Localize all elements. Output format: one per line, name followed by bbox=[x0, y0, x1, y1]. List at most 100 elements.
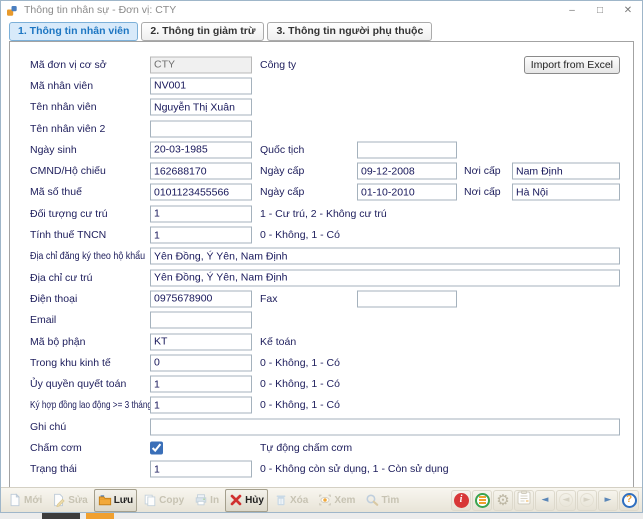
doi-tuong-cu-tru-input[interactable] bbox=[150, 205, 252, 222]
field-row-ma-bo-phan: Mã bộ phận Kế toán bbox=[10, 331, 633, 352]
view-button: Xem bbox=[314, 489, 359, 512]
background-window-sliver bbox=[0, 513, 643, 519]
button-label: Sửa bbox=[68, 495, 87, 506]
edit-icon bbox=[52, 493, 66, 507]
email-input[interactable] bbox=[150, 312, 252, 329]
toolbar-icon-group: i ⚙ ◄ ◄ ► ► bbox=[451, 490, 639, 511]
help-button[interactable]: ? bbox=[619, 490, 639, 511]
gear-icon: ⚙ bbox=[496, 491, 509, 509]
tab-thong-tin-nguoi-phu-thuoc[interactable]: 3. Thông tin người phụ thuộc bbox=[267, 22, 432, 41]
cancel-button[interactable]: Hủy bbox=[225, 489, 268, 512]
field-label: Mã bộ phận bbox=[30, 336, 85, 348]
field-row-ten-nhan-vien: Tên nhân viên bbox=[10, 97, 633, 118]
ky-hop-dong-input[interactable] bbox=[150, 397, 252, 414]
field-row-ten-nhan-vien-2: Tên nhân viên 2 bbox=[10, 118, 633, 139]
button-label: Xóa bbox=[290, 495, 308, 506]
mst-noi-cap-input[interactable] bbox=[512, 184, 620, 201]
uy-quyen-quyet-toan-input[interactable] bbox=[150, 376, 252, 393]
close-button[interactable]: ✕ bbox=[614, 1, 642, 19]
field-label: Tên nhân viên bbox=[30, 101, 97, 113]
ghi-chu-input[interactable] bbox=[150, 418, 620, 435]
nav-first-button[interactable]: ◄ bbox=[535, 490, 555, 511]
window-controls: – □ ✕ bbox=[558, 1, 642, 19]
button-label: Lưu bbox=[114, 495, 133, 506]
background-window-fragment bbox=[86, 513, 114, 519]
list-button[interactable] bbox=[472, 490, 492, 511]
tab-thong-tin-giam-tru[interactable]: 2. Thông tin giảm trừ bbox=[141, 22, 264, 41]
maximize-button[interactable]: □ bbox=[586, 1, 614, 19]
field-note: 0 - Không, 1 - Có bbox=[260, 357, 340, 369]
field-row-ma-so-thue: Mã số thuế Ngày cấp Nơi cấp bbox=[10, 182, 633, 203]
field-row-email: Email bbox=[10, 310, 633, 331]
search-icon bbox=[365, 493, 379, 507]
dia-chi-cu-tru-input[interactable] bbox=[150, 269, 620, 286]
field-label: CMND/Hộ chiếu bbox=[30, 165, 106, 177]
cmnd-noi-cap-input[interactable] bbox=[512, 163, 620, 180]
ma-so-thue-input[interactable] bbox=[150, 184, 252, 201]
field-label: Đối tượng cư trú bbox=[30, 208, 108, 220]
field-row-ngay-sinh: Ngày sinh Quốc tịch bbox=[10, 139, 633, 160]
title-bar: Thông tin nhân sự - Đơn vị: CTY – □ ✕ bbox=[1, 1, 642, 19]
field-note: 0 - Không, 1 - Có bbox=[260, 378, 340, 390]
nav-prev-icon: ◄ bbox=[559, 493, 573, 507]
trong-khu-kinh-te-input[interactable] bbox=[150, 354, 252, 371]
button-label: Mới bbox=[24, 495, 42, 506]
nav-first-icon: ◄ bbox=[542, 496, 549, 505]
printer-icon bbox=[194, 493, 208, 507]
ma-bo-phan-input[interactable] bbox=[150, 333, 252, 350]
field-label: Email bbox=[30, 314, 56, 326]
field-row-dia-chi-cu-tru: Địa chỉ cư trú bbox=[10, 267, 633, 288]
dien-thoai-input[interactable] bbox=[150, 290, 252, 307]
button-label: In bbox=[210, 495, 219, 506]
save-folder-icon bbox=[98, 493, 112, 507]
minimize-button[interactable]: – bbox=[558, 1, 586, 19]
clipboard-icon bbox=[517, 490, 531, 510]
field-row-dien-thoai: Điện thoại Fax bbox=[10, 288, 633, 309]
trang-thai-input[interactable] bbox=[150, 461, 252, 478]
ma-don-vi-co-so-input bbox=[150, 56, 252, 73]
field-row-doi-tuong-cu-tru: Đối tượng cư trú 1 - Cư trú, 2 - Không c… bbox=[10, 203, 633, 224]
nav-last-button[interactable]: ► bbox=[598, 490, 618, 511]
field-note: 1 - Cư trú, 2 - Không cư trú bbox=[260, 208, 387, 220]
cmnd-ho-chieu-input[interactable] bbox=[150, 163, 252, 180]
field-label: Địa chỉ cư trú bbox=[30, 272, 92, 284]
ngay-sinh-input[interactable] bbox=[150, 141, 252, 158]
window-title: Thông tin nhân sự - Đơn vị: CTY bbox=[24, 4, 558, 16]
field-label: Ngày cấp bbox=[260, 186, 304, 198]
dia-chi-ho-khau-input[interactable] bbox=[150, 248, 620, 265]
employee-form-panel: Mã đơn vị cơ sở Công ty Import from Exce… bbox=[9, 41, 634, 497]
ten-nhan-vien-input[interactable] bbox=[150, 99, 252, 116]
mst-ngay-cap-input[interactable] bbox=[357, 184, 457, 201]
field-row-dia-chi-ho-khau: Địa chỉ đăng ký theo hộ khẩu bbox=[10, 246, 633, 267]
field-row-cmnd: CMND/Hộ chiếu Ngày cấp Nơi cấp bbox=[10, 160, 633, 181]
nav-next-icon: ► bbox=[580, 493, 594, 507]
cmnd-ngay-cap-input[interactable] bbox=[357, 163, 457, 180]
field-label: Ghi chú bbox=[30, 421, 66, 433]
field-row-ma-don-vi-co-so: Mã đơn vị cơ sở Công ty Import from Exce… bbox=[10, 54, 633, 75]
copy-button: Copy bbox=[139, 489, 188, 512]
info-button[interactable]: i bbox=[451, 490, 471, 511]
save-button[interactable]: Lưu bbox=[94, 489, 137, 512]
button-label: Hủy bbox=[245, 495, 264, 506]
copy-icon bbox=[143, 493, 157, 507]
field-row-tinh-thue-tncn: Tính thuế TNCN 0 - Không, 1 - Có bbox=[10, 224, 633, 245]
ma-nhan-vien-input[interactable] bbox=[150, 77, 252, 94]
tab-strip: 1. Thông tin nhân viên 2. Thông tin giảm… bbox=[1, 19, 642, 41]
field-label: Nơi cấp bbox=[464, 186, 501, 198]
cancel-x-icon bbox=[229, 493, 243, 507]
trash-icon bbox=[274, 493, 288, 507]
field-label: Ký hợp đồng lao động >= 3 tháng bbox=[30, 399, 152, 411]
field-row-uy-quyen-quyet-toan: Ủy quyền quyết toán 0 - Không, 1 - Có bbox=[10, 373, 633, 394]
print-button: In bbox=[190, 489, 223, 512]
settings-button[interactable]: ⚙ bbox=[493, 490, 513, 511]
tinh-thue-tncn-input[interactable] bbox=[150, 227, 252, 244]
quoc-tich-input[interactable] bbox=[357, 141, 457, 158]
form-button bbox=[514, 490, 534, 511]
cham-com-checkbox[interactable] bbox=[150, 441, 163, 454]
info-icon: i bbox=[454, 493, 469, 508]
import-from-excel-button[interactable]: Import from Excel bbox=[524, 56, 620, 74]
fax-input[interactable] bbox=[357, 290, 457, 307]
ten-nhan-vien-2-input[interactable] bbox=[150, 120, 252, 137]
field-label: Ngày cấp bbox=[260, 165, 304, 177]
tab-thong-tin-nhan-vien[interactable]: 1. Thông tin nhân viên bbox=[9, 22, 138, 41]
